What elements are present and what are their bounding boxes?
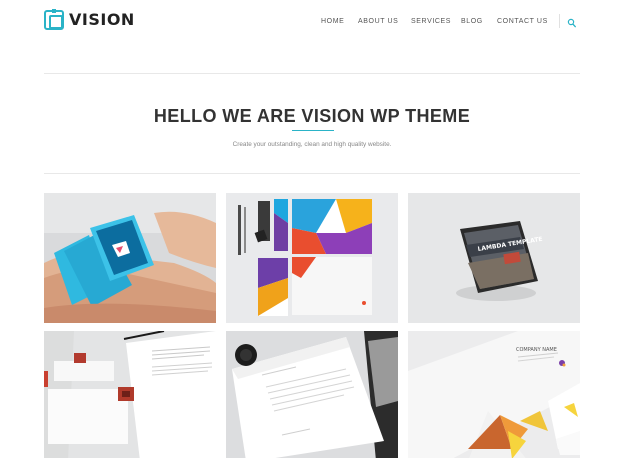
search-button[interactable] [567, 16, 577, 28]
logo-icon [44, 9, 64, 30]
portfolio-item-letterhead-red[interactable] [44, 331, 216, 458]
smartwatch-image [44, 193, 216, 323]
nav-item-about-us[interactable]: ABOUT US [358, 17, 398, 27]
site-header: VISION HOME ABOUT US SERVICES BLOG CONTA… [0, 0, 634, 44]
logo-text: VISION [69, 10, 135, 29]
nav-item-home[interactable]: HOME [321, 17, 344, 27]
search-icon [567, 18, 576, 28]
magazine-image: LAMBDA TEMPLATE [408, 193, 580, 323]
site-logo[interactable]: VISION [44, 9, 135, 30]
portfolio-item-letterhead-black[interactable] [226, 331, 398, 458]
portfolio-item-business-card[interactable]: COMPANY NAME [408, 331, 580, 458]
portfolio-item-smartwatch[interactable] [44, 193, 216, 323]
business-card-image: COMPANY NAME [408, 331, 580, 458]
page-subtitle: Create your outstanding, clean and high … [232, 141, 392, 148]
letterhead-red-image [44, 331, 216, 458]
business-card-text: COMPANY NAME [516, 347, 557, 353]
stationery-image [226, 193, 398, 323]
portfolio-item-magazine[interactable]: LAMBDA TEMPLATE [408, 193, 580, 323]
nav-divider [559, 14, 560, 28]
portfolio-item-stationery[interactable] [226, 193, 398, 323]
title-underline [292, 130, 334, 131]
nav-item-blog[interactable]: BLOG [461, 17, 483, 27]
nav-item-services[interactable]: SERVICES [411, 17, 451, 27]
section-divider [44, 173, 580, 174]
nav-item-contact-us[interactable]: CONTACT US [497, 17, 548, 27]
header-divider [44, 73, 580, 74]
page-title: HELLO WE ARE VISION WP THEME [153, 106, 471, 126]
letterhead-black-image [226, 331, 398, 458]
